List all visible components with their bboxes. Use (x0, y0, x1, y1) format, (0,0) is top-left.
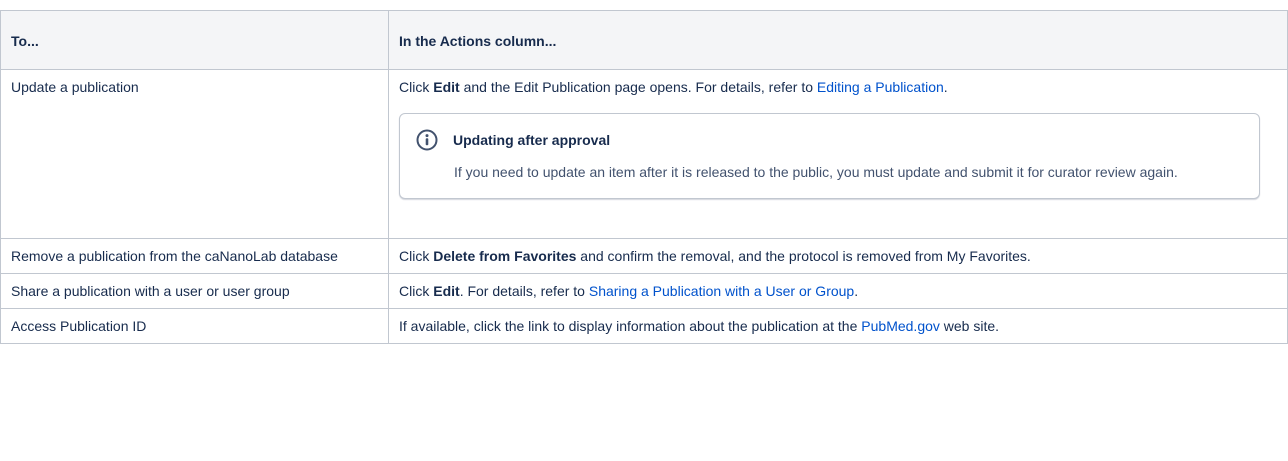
row-task: Access Publication ID (0, 308, 389, 344)
action-text: and confirm the removal, and the protoco… (576, 248, 1031, 264)
table-header-row: To... In the Actions column... (0, 10, 1288, 70)
row-action: Click Edit. For details, refer to Sharin… (388, 273, 1288, 309)
action-text: . For details, refer to (459, 283, 589, 299)
info-panel-title: Updating after approval (453, 132, 611, 148)
action-text: . (854, 283, 859, 299)
editing-publication-link[interactable]: Editing a Publication (817, 79, 944, 95)
action-text: and the Edit Publication page opens. For… (459, 79, 817, 95)
row-task: Update a publication (0, 69, 389, 239)
info-panel-header: Updating after approval (416, 128, 1239, 152)
info-panel-body: If you need to update an item after it i… (454, 164, 1178, 180)
row-action: If available, click the link to display … (388, 308, 1288, 344)
action-bold: Edit (433, 79, 460, 95)
table-row: Share a publication with a user or user … (0, 273, 1288, 309)
action-bold: Delete from Favorites (433, 248, 577, 264)
action-text: Click (399, 283, 434, 299)
info-circle-icon (416, 129, 438, 151)
action-text: Click (399, 248, 434, 264)
action-text: Click (399, 79, 434, 95)
row-task: Remove a publication from the caNanoLab … (0, 238, 389, 274)
table-row: Remove a publication from the caNanoLab … (0, 238, 1288, 274)
sharing-publication-link[interactable]: Sharing a Publication with a User or Gro… (589, 283, 854, 299)
action-text: If available, click the link to display … (399, 318, 862, 334)
actions-table: To... In the Actions column... Update a … (0, 10, 1288, 344)
header-actions: In the Actions column... (388, 10, 1288, 70)
table-row: Update a publication Click Edit and the … (0, 69, 1288, 239)
action-text: . (943, 79, 948, 95)
row-action: Click Delete from Favorites and confirm … (388, 238, 1288, 274)
action-text: web site. (939, 318, 1000, 334)
header-to: To... (0, 10, 389, 70)
table-row: Access Publication ID If available, clic… (0, 308, 1288, 344)
pubmed-link[interactable]: PubMed.gov (861, 318, 940, 334)
row-action: Click Edit and the Edit Publication page… (388, 69, 1288, 239)
action-bold: Edit (433, 283, 460, 299)
row-task: Share a publication with a user or user … (0, 273, 389, 309)
info-panel: Updating after approval If you need to u… (399, 113, 1260, 199)
